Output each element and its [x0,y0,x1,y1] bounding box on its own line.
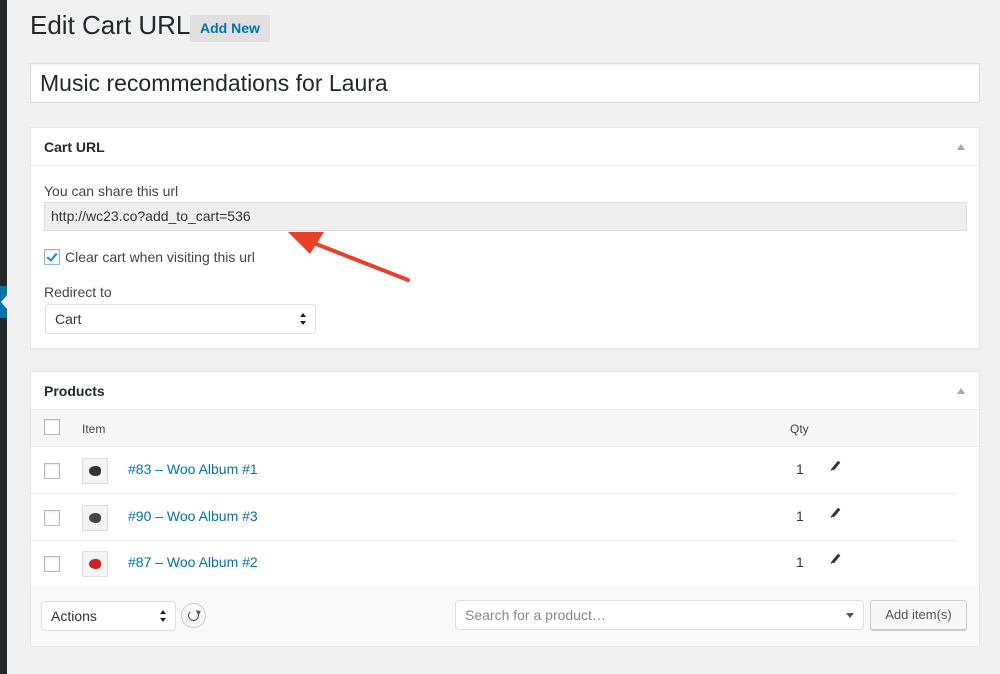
page-title: Edit Cart URL [30,10,191,40]
product-thumbnail [82,551,108,577]
checkmark-icon [46,250,58,262]
product-search-placeholder: Search for a product… [465,607,606,623]
chevron-down-icon[interactable] [846,613,854,618]
products-postbox: Products Item Qty #83 – Woo Album #1 1 #… [30,371,980,646]
redirect-label: Redirect to [44,284,112,300]
product-link[interactable]: #83 – Woo Album #1 [128,461,258,477]
post-title-input[interactable]: Music recommendations for Laura [30,63,980,103]
product-thumbnail [82,458,108,484]
select-arrows-icon [160,610,167,622]
collapse-toggle-icon[interactable] [957,388,965,394]
table-row: #90 – Woo Album #3 1 [31,494,956,541]
product-qty: 1 [796,508,804,524]
table-row: #87 – Woo Album #2 1 [31,540,956,587]
add-new-button[interactable]: Add New [190,15,270,42]
clear-cart-label: Clear cart when visiting this url [65,249,255,265]
cart-url-postbox: Cart URL You can share this url http://w… [30,127,980,349]
bulk-actions-select[interactable]: Actions [41,601,176,631]
redirect-select-value: Cart [55,311,82,327]
select-all-checkbox[interactable] [44,419,60,435]
product-link[interactable]: #90 – Woo Album #3 [128,508,258,524]
product-qty: 1 [796,461,804,477]
product-link[interactable]: #87 – Woo Album #2 [128,554,258,570]
collapse-toggle-icon[interactable] [957,144,965,150]
cart-url-title: Cart URL [44,139,105,155]
refresh-button[interactable] [181,603,206,628]
select-arrows-icon [300,313,307,325]
column-header-item: Item [82,422,106,436]
edit-pencil-icon[interactable] [831,507,841,518]
products-table-header: Item Qty [31,410,979,447]
share-url-label: You can share this url [44,183,179,199]
edit-pencil-icon[interactable] [831,460,841,471]
row-checkbox[interactable] [44,556,60,572]
album-icon [89,513,101,523]
clear-cart-checkbox[interactable] [44,249,60,265]
products-header[interactable]: Products [31,372,979,410]
album-icon [89,466,101,476]
edit-pencil-icon[interactable] [831,553,841,564]
products-title: Products [44,383,105,399]
table-row: #83 – Woo Album #1 1 [31,447,956,494]
admin-menu-strip [0,0,7,674]
refresh-icon [188,610,199,621]
share-url-field[interactable]: http://wc23.co?add_to_cart=536 [44,202,967,231]
product-search-input[interactable]: Search for a product… [455,600,864,630]
annotation-arrow-icon [288,232,410,282]
bulk-actions-value: Actions [51,608,97,624]
product-qty: 1 [796,554,804,570]
products-footer: Actions Search for a product… Add item(s… [31,586,979,646]
product-thumbnail [82,505,108,531]
add-items-button[interactable]: Add item(s) [870,600,967,630]
row-checkbox[interactable] [44,510,60,526]
admin-menu-collapse-tab[interactable] [0,286,7,318]
album-icon [89,559,101,569]
annotation-arrow-shaft [304,238,410,282]
redirect-select[interactable]: Cart [45,304,316,334]
column-header-qty: Qty [790,422,809,436]
cart-url-header[interactable]: Cart URL [31,128,979,166]
row-checkbox[interactable] [44,463,60,479]
